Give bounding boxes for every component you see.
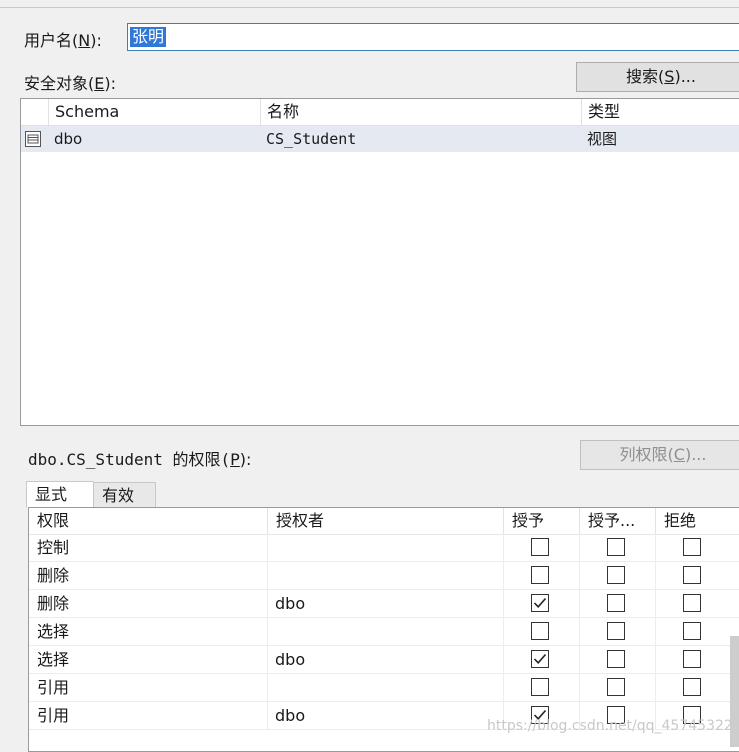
column-divider — [503, 562, 504, 589]
checkmark-icon — [533, 597, 547, 608]
column-divider — [655, 534, 656, 561]
column-header-name[interactable]: 名称 — [260, 99, 581, 125]
cell-permission: 删除 — [37, 594, 70, 613]
cell-name: CS_Student — [266, 130, 357, 148]
column-header-permission[interactable]: 权限 — [29, 508, 267, 534]
column-divider — [267, 646, 268, 673]
column-permissions-button[interactable]: 列权限(C)... — [580, 440, 739, 470]
with-grant-checkbox[interactable] — [607, 650, 625, 668]
grant-checkbox[interactable] — [531, 566, 549, 584]
column-divider — [503, 674, 504, 701]
permissions-grid-header: 权限 授权者 授予 授予... 拒绝 — [29, 508, 739, 535]
column-divider — [579, 534, 580, 561]
deny-checkbox[interactable] — [683, 566, 701, 584]
column-divider — [267, 562, 268, 589]
cell-grantor: dbo — [275, 650, 306, 669]
view-object-icon — [24, 130, 42, 148]
deny-checkbox[interactable] — [683, 678, 701, 696]
deny-checkbox[interactable] — [683, 650, 701, 668]
grant-checkbox[interactable] — [531, 678, 549, 696]
deny-checkbox[interactable] — [683, 538, 701, 556]
column-divider — [655, 562, 656, 589]
username-input[interactable]: 张明 — [127, 23, 739, 51]
column-divider — [503, 618, 504, 645]
column-divider — [579, 590, 580, 617]
cell-grantor: dbo — [275, 706, 306, 725]
cell-schema: dbo — [54, 130, 83, 148]
column-divider — [503, 590, 504, 617]
cell-grantor — [267, 534, 503, 562]
cell-grantor: dbo — [275, 594, 306, 613]
column-divider — [655, 674, 656, 701]
cell-permission: 控制 — [37, 538, 70, 557]
column-divider — [267, 618, 268, 645]
table-row[interactable]: 控制 — [29, 534, 739, 562]
search-button[interactable]: 搜索(S)... — [576, 62, 739, 92]
cell-permission: 选择 — [37, 622, 70, 641]
username-value: 张明 — [130, 27, 167, 47]
column-header-grant[interactable]: 授予 — [503, 508, 579, 534]
column-divider — [579, 646, 580, 673]
permissions-grid[interactable]: 权限 授权者 授予 授予... 拒绝 控制 删除 删除 dbo 选择 选择 dbo 引用 引用 d… — [28, 507, 739, 752]
column-header-schema[interactable]: Schema — [48, 99, 260, 125]
column-divider — [655, 590, 656, 617]
with-grant-checkbox[interactable] — [607, 566, 625, 584]
username-label: 用户名(N): — [24, 31, 102, 50]
watermark: https://blog.csdn.net/qq_45745322 — [487, 718, 733, 734]
checkmark-icon — [533, 653, 547, 664]
with-grant-checkbox[interactable] — [607, 594, 625, 612]
column-divider — [579, 562, 580, 589]
cell-grantor — [267, 562, 503, 590]
column-divider — [267, 534, 268, 561]
column-divider — [655, 646, 656, 673]
table-row[interactable]: 选择 dbo — [29, 646, 739, 674]
grant-checkbox[interactable] — [531, 622, 549, 640]
table-row[interactable]: dbo CS_Student 视图 — [21, 126, 739, 152]
column-divider — [503, 534, 504, 561]
column-header-with-grant[interactable]: 授予... — [579, 508, 655, 534]
table-row[interactable]: 删除 dbo — [29, 590, 739, 618]
securables-grid[interactable]: Schema 名称 类型 dbo CS_Student 视图 — [20, 98, 739, 426]
table-row[interactable]: 删除 — [29, 562, 739, 590]
cell-grantor — [267, 674, 503, 702]
column-header-deny[interactable]: 拒绝 — [655, 508, 731, 534]
grant-checkbox[interactable] — [531, 594, 549, 612]
table-row[interactable]: 选择 — [29, 618, 739, 646]
cell-grantor — [267, 618, 503, 646]
table-row[interactable]: 引用 — [29, 674, 739, 702]
column-header-grantor[interactable]: 授权者 — [267, 508, 503, 534]
column-divider — [267, 674, 268, 701]
column-divider — [579, 674, 580, 701]
top-border — [0, 0, 739, 8]
column-divider — [579, 618, 580, 645]
tab-effective[interactable]: 有效 — [93, 482, 156, 508]
column-divider — [503, 646, 504, 673]
with-grant-checkbox[interactable] — [607, 678, 625, 696]
column-divider — [655, 618, 656, 645]
row-header-corner — [21, 99, 48, 125]
securables-label: 安全对象(E): — [24, 74, 116, 93]
deny-checkbox[interactable] — [683, 594, 701, 612]
cell-permission: 引用 — [37, 706, 70, 725]
column-divider — [267, 702, 268, 729]
with-grant-checkbox[interactable] — [607, 622, 625, 640]
cell-type: 视图 — [587, 130, 618, 148]
permissions-label: dbo.CS_Student 的权限(P): — [28, 450, 252, 469]
cell-permission: 选择 — [37, 650, 70, 669]
cell-permission: 删除 — [37, 566, 70, 585]
grant-checkbox[interactable] — [531, 538, 549, 556]
column-divider — [267, 590, 268, 617]
with-grant-checkbox[interactable] — [607, 538, 625, 556]
deny-checkbox[interactable] — [683, 622, 701, 640]
tab-explicit[interactable]: 显式 — [26, 481, 94, 508]
cell-permission: 引用 — [37, 678, 70, 697]
grant-checkbox[interactable] — [531, 650, 549, 668]
column-header-type[interactable]: 类型 — [581, 99, 739, 125]
securables-grid-header: Schema 名称 类型 — [21, 99, 739, 126]
